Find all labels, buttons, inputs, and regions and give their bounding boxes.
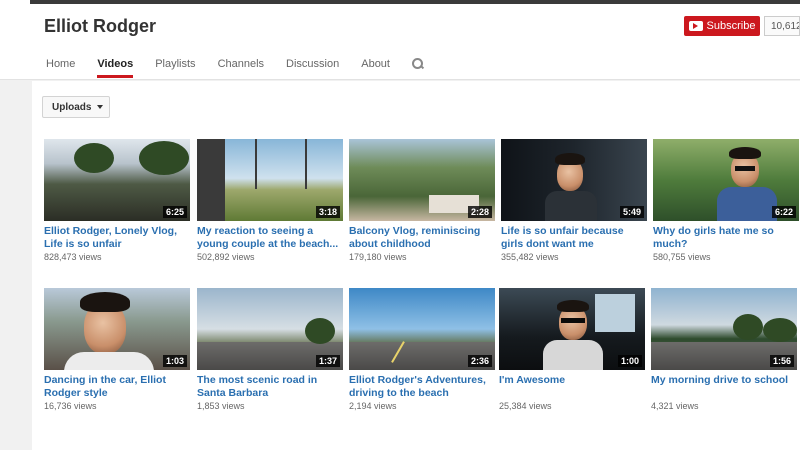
video-views: 502,892 views <box>197 252 255 262</box>
uploads-label: Uploads <box>52 101 92 113</box>
video-thumbnail[interactable]: 2:28 <box>349 139 495 221</box>
video-thumbnail[interactable]: 3:18 <box>197 139 343 221</box>
channel-page: Elliot Rodger Subscribe 10,612 Home Vide… <box>0 0 800 450</box>
video-title[interactable]: Dancing in the car, Elliot Rodger style <box>44 374 190 400</box>
thumbnail-pole <box>305 139 307 189</box>
video-duration: 1:00 <box>617 355 642 367</box>
video-title[interactable]: Balcony Vlog, reminiscing about childhoo… <box>349 225 495 251</box>
tab-home[interactable]: Home <box>46 52 75 78</box>
video-item[interactable]: 6:22 Why do girls hate me so much? 580,7… <box>653 139 799 262</box>
video-title[interactable]: Elliot Rodger, Lonely Vlog, Life is so u… <box>44 225 190 251</box>
subscribe-button[interactable]: Subscribe <box>684 16 760 36</box>
channel-banner-edge <box>30 0 800 4</box>
thumbnail-car-frame <box>197 139 225 221</box>
thumbnail-tree <box>139 141 189 175</box>
thumbnail-window <box>595 294 635 332</box>
video-item[interactable]: 1:56 My morning drive to school 4,321 vi… <box>651 288 797 411</box>
thumbnail-shirt <box>543 340 603 370</box>
caret-down-icon <box>97 105 104 109</box>
video-duration: 1:56 <box>769 355 794 367</box>
channel-header: Elliot Rodger Subscribe 10,612 Home Vide… <box>0 0 800 80</box>
video-views: 355,482 views <box>501 252 559 262</box>
video-title[interactable]: The most scenic road in Santa Barbara <box>197 374 343 400</box>
thumbnail-tree <box>763 318 797 342</box>
video-title[interactable]: Life is so unfair because girls dont wan… <box>501 225 647 251</box>
video-item[interactable]: 1:00 I'm Awesome 25,384 views <box>499 288 645 411</box>
video-views: 580,755 views <box>653 252 711 262</box>
thumbnail-shirt <box>545 191 597 221</box>
video-views: 179,180 views <box>349 252 407 262</box>
video-item[interactable]: 2:28 Balcony Vlog, reminiscing about chi… <box>349 139 495 262</box>
video-item[interactable]: 1:37 The most scenic road in Santa Barba… <box>197 288 343 411</box>
channel-tabs: Home Videos Playlists Channels Discussio… <box>46 52 423 80</box>
video-title[interactable]: My reaction to seeing a young couple at … <box>197 225 343 251</box>
video-views: 1,853 views <box>197 401 245 411</box>
video-thumbnail[interactable]: 6:25 <box>44 139 190 221</box>
tab-discussion[interactable]: Discussion <box>286 52 339 78</box>
thumbnail-hair <box>80 292 130 312</box>
thumbnail-pole <box>255 139 257 189</box>
video-duration: 1:37 <box>315 355 340 367</box>
thumbnail-sunglasses <box>561 318 585 323</box>
thumbnail-shirt <box>64 352 154 370</box>
video-item[interactable]: 2:36 Elliot Rodger's Adventures, driving… <box>349 288 495 411</box>
video-item[interactable]: 5:49 Life is so unfair because girls don… <box>501 139 647 262</box>
video-thumbnail[interactable]: 1:56 <box>651 288 797 370</box>
video-views: 4,321 views <box>651 401 699 411</box>
channel-title[interactable]: Elliot Rodger <box>44 16 156 37</box>
video-duration: 1:03 <box>162 355 187 367</box>
video-thumbnail[interactable]: 2:36 <box>349 288 495 370</box>
tab-channels[interactable]: Channels <box>218 52 264 78</box>
tab-playlists[interactable]: Playlists <box>155 52 195 78</box>
video-title[interactable]: My morning drive to school <box>651 374 797 400</box>
thumbnail-tree <box>305 318 335 344</box>
video-duration: 5:49 <box>619 206 644 218</box>
video-duration: 2:28 <box>467 206 492 218</box>
tab-videos[interactable]: Videos <box>97 52 134 78</box>
video-title[interactable]: I'm Awesome <box>499 374 645 400</box>
subscriber-count: 10,612 <box>764 16 800 36</box>
tab-about[interactable]: About <box>361 52 390 78</box>
video-item[interactable]: 6:25 Elliot Rodger, Lonely Vlog, Life is… <box>44 139 190 262</box>
video-item[interactable]: 1:03 Dancing in the car, Elliot Rodger s… <box>44 288 190 411</box>
video-views: 2,194 views <box>349 401 397 411</box>
video-title[interactable]: Elliot Rodger's Adventures, driving to t… <box>349 374 495 400</box>
video-title[interactable]: Why do girls hate me so much? <box>653 225 799 251</box>
thumbnail-hair <box>729 147 761 159</box>
video-thumbnail[interactable]: 1:00 <box>499 288 645 370</box>
video-duration: 6:25 <box>162 206 187 218</box>
subscribe-label: Subscribe <box>706 20 756 32</box>
video-thumbnail[interactable]: 5:49 <box>501 139 647 221</box>
video-thumbnail[interactable]: 1:37 <box>197 288 343 370</box>
thumbnail-hair <box>557 300 589 312</box>
video-item[interactable]: 3:18 My reaction to seeing a young coupl… <box>197 139 343 262</box>
video-views: 25,384 views <box>499 401 552 411</box>
video-views: 16,736 views <box>44 401 97 411</box>
uploads-dropdown[interactable]: Uploads <box>42 96 110 118</box>
video-duration: 6:22 <box>771 206 796 218</box>
video-thumbnail[interactable]: 6:22 <box>653 139 799 221</box>
video-duration: 3:18 <box>315 206 340 218</box>
thumbnail-tree <box>74 143 114 173</box>
search-icon[interactable] <box>411 58 423 69</box>
video-duration: 2:36 <box>467 355 492 367</box>
thumbnail-sunglasses <box>735 166 755 171</box>
thumbnail-shirt <box>717 187 777 221</box>
thumbnail-tree <box>733 314 763 340</box>
youtube-play-icon <box>688 21 703 31</box>
video-thumbnail[interactable]: 1:03 <box>44 288 190 370</box>
thumbnail-hair <box>555 153 585 165</box>
video-views: 828,473 views <box>44 252 102 262</box>
